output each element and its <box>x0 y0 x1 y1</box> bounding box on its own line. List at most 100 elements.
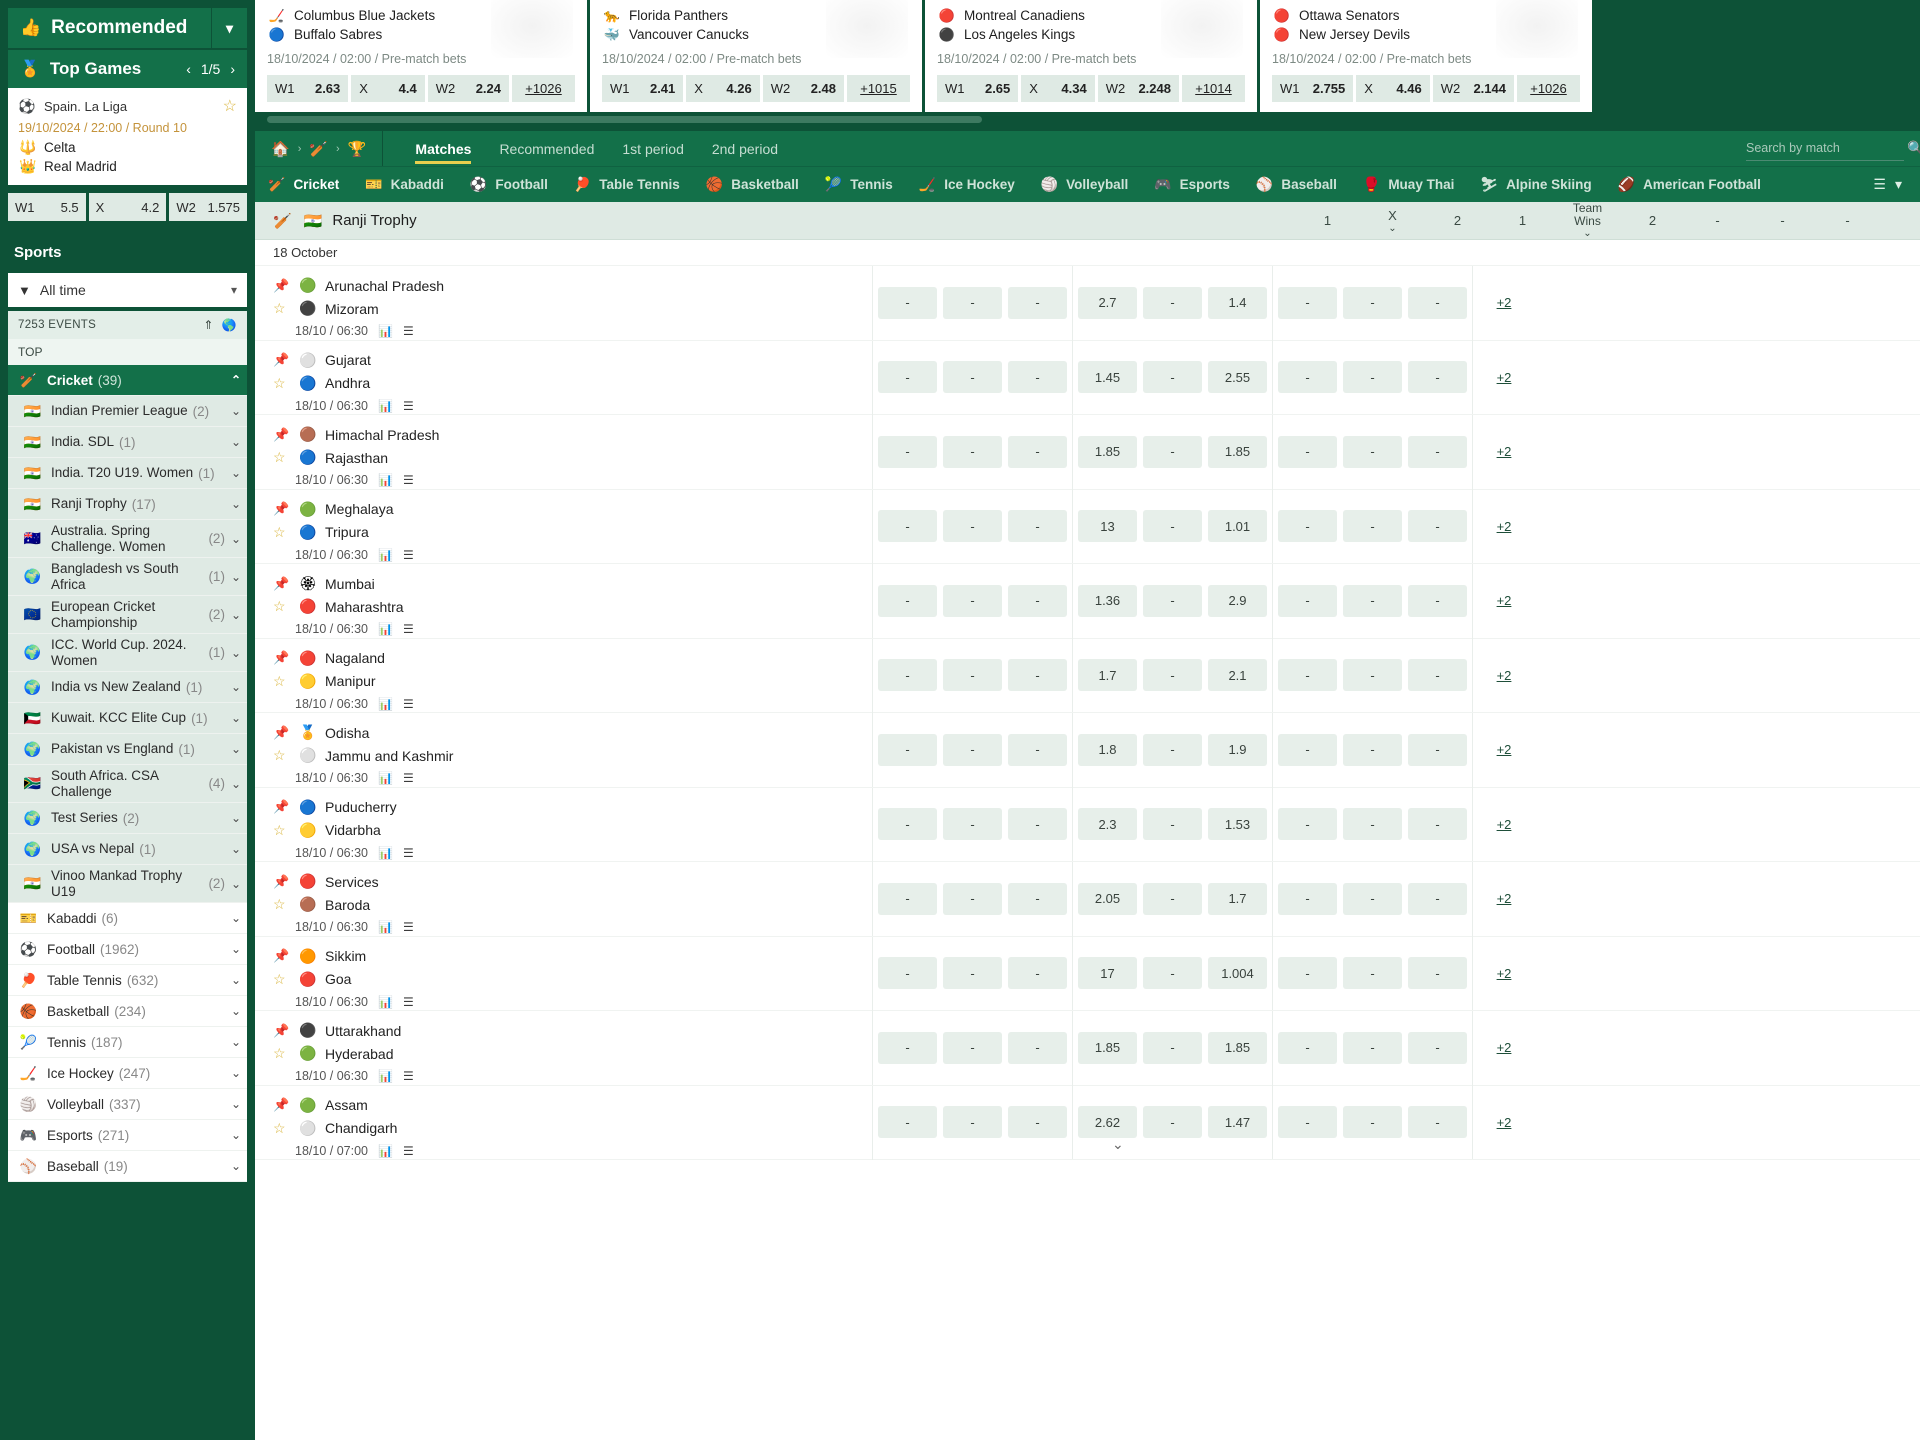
odds-button[interactable]: - <box>1008 882 1067 915</box>
column-header[interactable]: Team Wins ⌄ <box>1555 202 1620 240</box>
pin-icon[interactable]: 📌 <box>273 1023 295 1039</box>
sidebar-item-kabaddi[interactable]: 🎫 Kabaddi (6) ⌄ <box>8 903 247 935</box>
stats-icon[interactable]: 📊 <box>378 697 393 711</box>
globe-icon[interactable]: 🌎 <box>222 318 237 332</box>
sidebar-item-india-sdl[interactable]: 🇮🇳 India. SDL (1) ⌄ <box>8 427 247 458</box>
sport-tab-baseball[interactable]: ⚾ Baseball <box>1243 167 1350 203</box>
odds-button[interactable]: - <box>1008 808 1067 841</box>
odds-button[interactable]: - <box>1408 435 1467 468</box>
promo-card[interactable]: 🏒 Columbus Blue Jackets 🔵 Buffalo Sabres 18/… <box>255 0 587 112</box>
pin-icon[interactable]: 📌 <box>273 501 295 517</box>
chevron-down-icon[interactable]: ⌄ <box>225 608 241 622</box>
odds-button[interactable]: - <box>1008 1031 1067 1064</box>
odds-button[interactable]: - <box>943 435 1002 468</box>
odds-button[interactable]: - <box>878 510 937 543</box>
odds-button[interactable]: - <box>1278 361 1337 394</box>
odds-button[interactable]: 1.8 <box>1078 733 1137 766</box>
star-icon[interactable]: ☆ <box>273 598 295 615</box>
sport-tab-alpine-skiing[interactable]: ⛷ Alpine Skiing <box>1467 167 1604 203</box>
chevron-down-icon[interactable]: ▾ <box>1895 176 1902 193</box>
odds-button[interactable]: 2.05 <box>1078 882 1137 915</box>
odds-button[interactable]: - <box>943 286 1002 319</box>
chevron-down-icon[interactable]: ⌄ <box>225 680 241 694</box>
odds-button[interactable]: - <box>1343 286 1402 319</box>
odds-button[interactable]: - <box>1278 659 1337 692</box>
promo-more-markets-button[interactable]: +1026 <box>512 75 575 102</box>
pin-icon[interactable]: 📌 <box>273 1097 295 1113</box>
promo-odds-button[interactable]: W1 2.755 <box>1272 75 1354 102</box>
odds-button[interactable]: - <box>1143 1106 1202 1139</box>
tab-matches[interactable]: Matches <box>401 131 485 166</box>
odds-button[interactable]: - <box>1408 733 1467 766</box>
list-icon[interactable]: ☰ <box>403 622 414 636</box>
odds-button[interactable]: - <box>943 733 1002 766</box>
more-markets-link[interactable]: +2 <box>1473 1040 1535 1055</box>
odds-button[interactable]: - <box>878 361 937 394</box>
table-row[interactable]: 📌 🟤 Himachal Pradesh ☆ 🔵 Rajasthan 18/10 / 06:… <box>255 414 1920 490</box>
list-icon[interactable]: ☰ <box>403 697 414 711</box>
odds-button[interactable]: 1.01 <box>1208 510 1267 543</box>
odds-button[interactable]: 1.85 <box>1208 1031 1267 1064</box>
sport-more-menu[interactable]: ☰ ▾ <box>1873 176 1920 193</box>
odds-button[interactable]: 1.45 <box>1078 361 1137 394</box>
list-icon[interactable]: ☰ <box>403 1069 414 1083</box>
more-markets-link[interactable]: +2 <box>1473 742 1535 757</box>
table-row[interactable]: 📌 🔴 Services ☆ 🟤 Baroda 18/10 / 06:30 📊 ☰ - - -2.05… <box>255 861 1920 937</box>
list-icon[interactable]: ☰ <box>403 473 414 487</box>
sidebar-item-south-africa-csa-challenge[interactable]: 🇿🇦 South Africa. CSA Challenge (4) ⌄ <box>8 765 247 804</box>
promo-odds-button[interactable]: W1 2.63 <box>267 75 349 102</box>
chevron-down-icon[interactable]: ⌄ <box>225 973 241 987</box>
odds-button[interactable]: 1.85 <box>1078 435 1137 468</box>
search-icon[interactable]: 🔍 <box>1907 140 1920 157</box>
sport-tab-esports[interactable]: 🎮 Esports <box>1141 167 1243 203</box>
odds-button[interactable]: - <box>1343 659 1402 692</box>
pin-icon[interactable]: 📌 <box>273 725 295 741</box>
sidebar-item-table-tennis[interactable]: 🏓 Table Tennis (632) ⌄ <box>8 965 247 997</box>
odds-button[interactable]: - <box>1278 435 1337 468</box>
promo-more-markets-button[interactable]: +1015 <box>847 75 910 102</box>
chevron-down-icon[interactable]: ⌄ <box>1388 223 1396 234</box>
stats-icon[interactable]: 📊 <box>378 1069 393 1083</box>
odds-button[interactable]: - <box>1008 286 1067 319</box>
chevron-down-icon[interactable]: ⌄ <box>225 532 241 546</box>
star-icon[interactable]: ☆ <box>273 300 295 317</box>
odds-button[interactable]: - <box>1278 1031 1337 1064</box>
chevron-down-icon[interactable]: ⌄ <box>225 742 241 756</box>
odds-button[interactable]: - <box>1278 286 1337 319</box>
odds-button[interactable]: 1.53 <box>1208 808 1267 841</box>
pin-icon[interactable]: 📌 <box>273 799 295 815</box>
list-icon[interactable]: ☰ <box>403 771 414 785</box>
pin-icon[interactable]: 📌 <box>273 352 295 368</box>
odds-button[interactable]: - <box>1143 733 1202 766</box>
star-icon[interactable]: ☆ <box>273 524 295 541</box>
odds-button[interactable]: 2.9 <box>1208 584 1267 617</box>
odds-button[interactable]: - <box>1278 882 1337 915</box>
table-row[interactable]: 📌 🏅 Odisha ☆ ⚪ Jammu and Kashmir 18/10 / 06:30… <box>255 712 1920 788</box>
table-row[interactable]: 📌 🏵 Mumbai ☆ 🔴 Maharashtra 18/10 / 06:30 📊 ☰ - - -1… <box>255 563 1920 639</box>
chevron-down-icon[interactable]: ⌄ <box>225 842 241 856</box>
star-icon[interactable]: ☆ <box>273 896 295 913</box>
odds-button[interactable]: - <box>1143 361 1202 394</box>
chevron-down-icon[interactable]: ⌄ <box>225 646 241 660</box>
stats-icon[interactable]: 📊 <box>378 846 393 860</box>
odds-button[interactable]: - <box>1008 659 1067 692</box>
odds-button[interactable]: - <box>1343 1106 1402 1139</box>
more-markets-link[interactable]: +2 <box>1473 966 1535 981</box>
sidebar-item-australia-spring-challenge-women[interactable]: 🇦🇺 Australia. Spring Challenge. Women (2) ⌄ <box>8 520 247 559</box>
search-input[interactable] <box>1746 141 1907 155</box>
more-markets-link[interactable]: +2 <box>1473 668 1535 683</box>
odds-button[interactable]: - <box>878 1031 937 1064</box>
sidebar-item-pakistan-vs-england[interactable]: 🌍 Pakistan vs England (1) ⌄ <box>8 734 247 766</box>
odds-button[interactable]: 1.36 <box>1078 584 1137 617</box>
odds-button[interactable]: - <box>1408 1031 1467 1064</box>
odds-button[interactable]: 17 <box>1078 957 1137 990</box>
odds-button[interactable]: 1.4 <box>1208 286 1267 319</box>
odds-button[interactable]: - <box>878 733 937 766</box>
odds-button[interactable]: 1.7 <box>1208 882 1267 915</box>
chevron-down-icon[interactable]: ⌄ <box>225 466 241 480</box>
sidebar-item-indian-premier-league[interactable]: 🇮🇳 Indian Premier League (2) ⌄ <box>8 396 247 427</box>
odds-button[interactable]: 1.004 <box>1208 957 1267 990</box>
chevron-down-icon[interactable]: ▾ <box>211 8 247 48</box>
prev-game-button[interactable]: ‹ <box>186 61 191 77</box>
odds-button[interactable]: - <box>943 957 1002 990</box>
